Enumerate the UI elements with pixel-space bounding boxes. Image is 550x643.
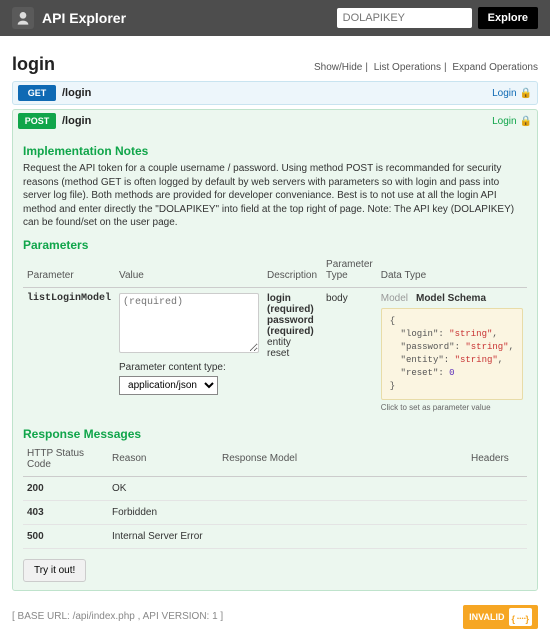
- invalid-badge[interactable]: INVALID {᠁}: [463, 605, 538, 629]
- section-title[interactable]: login: [12, 54, 55, 75]
- method-post-badge: POST: [18, 113, 56, 129]
- response-row: 200OK: [23, 476, 527, 500]
- lock-icon: 🔒: [520, 88, 532, 99]
- try-it-out-button[interactable]: Try it out!: [23, 559, 86, 582]
- header-left: API Explorer: [12, 7, 126, 29]
- section-header: login Show/Hide| List Operations| Expand…: [12, 54, 538, 75]
- model-schema-box[interactable]: { "login": "string", "password": "string…: [381, 308, 523, 400]
- json-icon: {᠁}: [509, 608, 533, 626]
- app-header: API Explorer Explore: [0, 0, 550, 36]
- endpoint-get-action[interactable]: Login 🔒: [492, 88, 532, 99]
- content-type-select[interactable]: application/json: [119, 376, 218, 395]
- response-row: 403Forbidden: [23, 500, 527, 524]
- impl-heading: Implementation Notes: [23, 144, 527, 158]
- method-get-badge: GET: [18, 85, 56, 101]
- param-datatype: Model Model Schema { "login": "string", …: [377, 287, 527, 417]
- endpoint-get-header: GET /login Login 🔒: [13, 82, 537, 104]
- col-ptype: Parameter Type: [322, 256, 377, 288]
- endpoint-post: POST /login Login 🔒 Implementation Notes…: [12, 109, 538, 591]
- footer: [ BASE URL: /api/index.php , API VERSION…: [12, 605, 538, 629]
- endpoint-get[interactable]: GET /login Login 🔒: [12, 81, 538, 105]
- model-schema-tab[interactable]: Model Schema: [416, 293, 486, 304]
- col-description: Description: [263, 256, 322, 288]
- endpoint-get-path[interactable]: /login: [62, 87, 486, 99]
- response-row: 500Internal Server Error: [23, 524, 527, 548]
- explore-button[interactable]: Explore: [478, 7, 538, 29]
- param-name: listLoginModel: [23, 287, 115, 417]
- section-links: Show/Hide| List Operations| Expand Opera…: [314, 62, 538, 73]
- col-model: Response Model: [218, 445, 467, 477]
- param-type: body: [322, 287, 377, 417]
- endpoint-post-path[interactable]: /login: [62, 115, 486, 127]
- param-description: login (required) password (required) ent…: [263, 287, 322, 417]
- model-tab[interactable]: Model: [381, 293, 408, 304]
- col-dtype: Data Type: [377, 256, 527, 288]
- col-headers: Headers: [467, 445, 527, 477]
- content-type-label: Parameter content type:: [119, 362, 259, 373]
- app-title: API Explorer: [42, 10, 126, 26]
- impl-notes: Request the API token for a couple usern…: [23, 162, 527, 230]
- col-reason: Reason: [108, 445, 218, 477]
- lock-icon: 🔒: [520, 116, 532, 127]
- link-expandops[interactable]: Expand Operations: [452, 62, 538, 73]
- params-heading: Parameters: [23, 238, 527, 252]
- param-row: listLoginModel Parameter content type: a…: [23, 287, 527, 417]
- endpoint-post-body: Implementation Notes Request the API tok…: [13, 132, 537, 590]
- content: login Show/Hide| List Operations| Expand…: [0, 36, 550, 643]
- col-value: Value: [115, 256, 263, 288]
- endpoint-post-header[interactable]: POST /login Login 🔒: [13, 110, 537, 132]
- header-right: Explore: [337, 7, 538, 29]
- col-status: HTTP Status Code: [23, 445, 108, 477]
- endpoint-post-action[interactable]: Login 🔒: [492, 116, 532, 127]
- link-listops[interactable]: List Operations: [374, 62, 441, 73]
- params-table: Parameter Value Description Parameter Ty…: [23, 256, 527, 417]
- apikey-input[interactable]: [337, 8, 472, 28]
- responses-table: HTTP Status Code Reason Response Model H…: [23, 445, 527, 549]
- link-showhide[interactable]: Show/Hide: [314, 62, 362, 73]
- responses-heading: Response Messages: [23, 427, 527, 441]
- param-value-input[interactable]: [119, 293, 259, 353]
- col-parameter: Parameter: [23, 256, 115, 288]
- logo-icon: [12, 7, 34, 29]
- schema-note: Click to set as parameter value: [381, 403, 523, 412]
- footer-baseurl: [ BASE URL: /api/index.php , API VERSION…: [12, 611, 223, 622]
